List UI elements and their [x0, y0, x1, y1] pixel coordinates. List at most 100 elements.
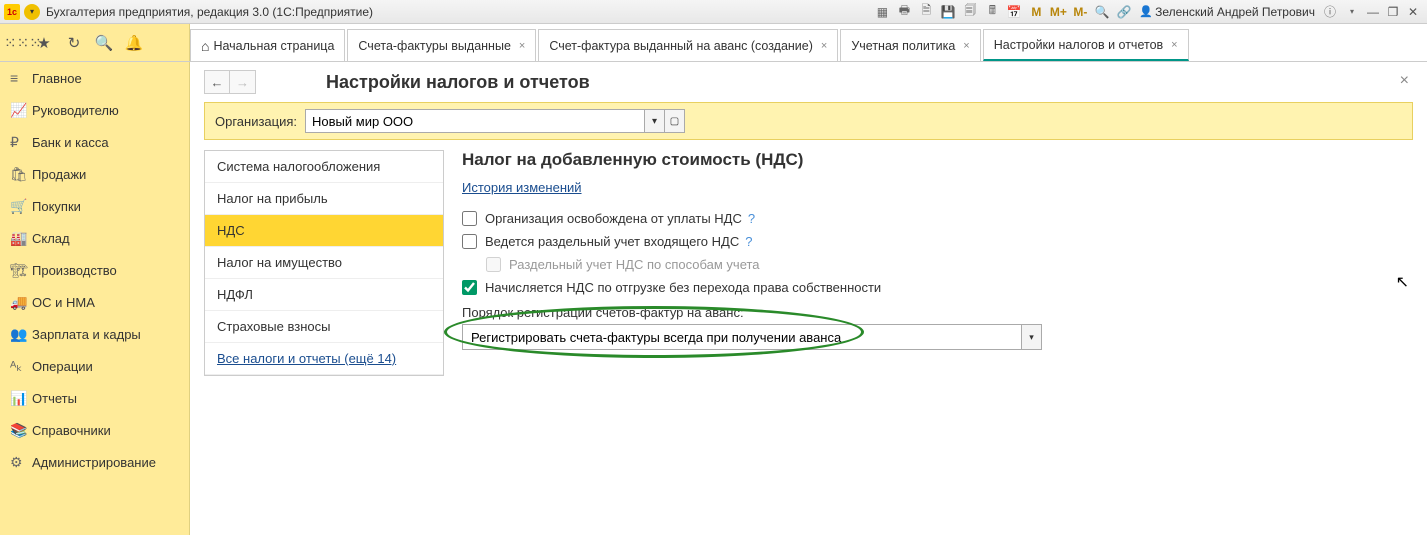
invoice-order-select-wrap: ▾	[462, 324, 1395, 350]
toolbar-print-icon[interactable]: 🖶	[895, 3, 913, 21]
tab-label: Счет-фактура выданный на аванс (создание…	[549, 39, 813, 53]
toolbar-link-icon[interactable]: 🔗	[1115, 3, 1133, 21]
invoice-order-select[interactable]	[462, 324, 1022, 350]
history-icon[interactable]: ↻	[64, 34, 84, 52]
settings-nav: Система налогообложенияНалог на прибыльН…	[204, 150, 444, 376]
toolbar-calendar-icon[interactable]: 📅	[1005, 3, 1023, 21]
sidebar-item-8[interactable]: 👥Зарплата и кадры	[0, 318, 189, 350]
sidebar-item-icon: 🏗	[10, 262, 32, 279]
tab-4[interactable]: Настройки налогов и отчетов ×	[983, 29, 1189, 61]
app-title: Бухгалтерия предприятия, редакция 3.0 (1…	[46, 5, 373, 19]
toolbar-doc-icon[interactable]: 🗎	[917, 3, 935, 21]
tab-label: Настройки налогов и отчетов	[994, 38, 1163, 52]
sidebar-item-4[interactable]: 🛒Покупки	[0, 190, 189, 222]
sidebar-item-label: Отчеты	[32, 391, 77, 406]
close-page-button[interactable]: ×	[1400, 72, 1409, 90]
nav-forward-button[interactable]: →	[230, 70, 256, 94]
settings-nav-item-1[interactable]: Налог на прибыль	[205, 183, 443, 215]
tab-close-icon[interactable]: ×	[1171, 39, 1177, 51]
settings-nav-item-3[interactable]: Налог на имущество	[205, 247, 443, 279]
current-user[interactable]: Зеленский Андрей Петрович	[1139, 5, 1315, 19]
check-input-3[interactable]	[462, 280, 477, 295]
settings-nav-item-0[interactable]: Система налогообложения	[205, 151, 443, 183]
sidebar-item-1[interactable]: 📈Руководителю	[0, 94, 189, 126]
window-close-button[interactable]: ✕	[1403, 5, 1423, 19]
organization-input[interactable]	[305, 109, 645, 133]
tab-3[interactable]: Учетная политика×	[840, 29, 980, 61]
tab-close-icon[interactable]: ×	[963, 40, 969, 52]
toolbar-info-icon[interactable]: ⓘ	[1321, 3, 1339, 21]
content-header: ← → Настройки налогов и отчетов ×	[204, 70, 1413, 94]
sidebar-item-label: ОС и НМА	[32, 295, 95, 310]
history-link[interactable]: История изменений	[462, 180, 582, 195]
main-area: ≡Главное📈Руководителю₽Банк и касса🛍Прода…	[0, 62, 1427, 535]
toolbar-calc-icon[interactable]: 🖩	[983, 3, 1001, 21]
settings-nav-item-6[interactable]: Все налоги и отчеты (ещё 14)	[205, 343, 443, 375]
settings-nav-item-2[interactable]: НДС	[205, 215, 443, 247]
tab-0[interactable]: Начальная страница	[190, 29, 345, 61]
tab-1[interactable]: Счета-фактуры выданные×	[347, 29, 536, 61]
sidebar-item-label: Производство	[32, 263, 117, 278]
check-row-3: Начисляется НДС по отгрузке без перехода…	[462, 280, 1395, 295]
organization-dropdown-button[interactable]: ▾	[645, 109, 665, 133]
check-label: Раздельный учет НДС по способам учета	[509, 257, 760, 272]
sidebar-item-label: Зарплата и кадры	[32, 327, 141, 342]
check-input-2	[486, 257, 501, 272]
toolbar-zoom-icon[interactable]: 🔍	[1093, 3, 1111, 21]
sidebar-item-12[interactable]: ⚙Администрирование	[0, 446, 189, 478]
check-input-1[interactable]	[462, 234, 477, 249]
app-logo-icon: 1c	[4, 4, 20, 20]
sidebar-item-2[interactable]: ₽Банк и касса	[0, 126, 189, 158]
nav-back-button[interactable]: ←	[204, 70, 230, 94]
settings-nav-item-4[interactable]: НДФЛ	[205, 279, 443, 311]
sidebar-item-label: Главное	[32, 71, 82, 86]
toolbar-m-button[interactable]: M	[1027, 3, 1045, 21]
check-row-0: Организация освобождена от уплаты НДС?	[462, 211, 1395, 226]
window-restore-button[interactable]: ❐	[1383, 5, 1403, 19]
toolbar-copy-icon[interactable]: 🗐	[961, 3, 979, 21]
notifications-icon[interactable]: 🔔	[124, 34, 144, 52]
tab-close-icon[interactable]: ×	[821, 40, 827, 52]
sidebar-item-icon: 📚	[10, 422, 32, 439]
check-label: Начисляется НДС по отгрузке без перехода…	[485, 280, 881, 295]
tab-close-icon[interactable]: ×	[519, 40, 525, 52]
sidebar-item-11[interactable]: 📚Справочники	[0, 414, 189, 446]
sidebar-item-9[interactable]: ᴬₖОперации	[0, 350, 189, 382]
toolbar-mminus-button[interactable]: M-	[1071, 3, 1089, 21]
organization-bar: Организация: ▾ ▢	[204, 102, 1413, 140]
sidebar-item-5[interactable]: 🏭Склад	[0, 222, 189, 254]
search-icon[interactable]: 🔍	[94, 34, 114, 52]
sidebar-item-0[interactable]: ≡Главное	[0, 62, 189, 94]
sidebar-item-icon: 📈	[10, 102, 32, 119]
toolbar-info-dropdown-icon[interactable]: ▾	[1343, 3, 1361, 21]
favorites-icon[interactable]: ★	[34, 34, 54, 52]
toolbar-mplus-button[interactable]: M+	[1049, 3, 1067, 21]
sidebar-item-7[interactable]: 🚚ОС и НМА	[0, 286, 189, 318]
window-minimize-button[interactable]: —	[1363, 5, 1383, 19]
sidebar-item-label: Руководителю	[32, 103, 119, 118]
page-title: Настройки налогов и отчетов	[326, 72, 590, 93]
check-row-2: Раздельный учет НДС по способам учета	[486, 257, 1395, 272]
sidebar-item-icon: ₽	[10, 134, 32, 151]
toolbar-grid-icon[interactable]: ▦	[873, 3, 891, 21]
help-icon[interactable]: ?	[748, 211, 755, 226]
tab-2[interactable]: Счет-фактура выданный на аванс (создание…	[538, 29, 838, 61]
app-menu-dropdown[interactable]: ▾	[24, 4, 40, 20]
check-input-0[interactable]	[462, 211, 477, 226]
settings-nav-item-5[interactable]: Страховые взносы	[205, 311, 443, 343]
sidebar: ≡Главное📈Руководителю₽Банк и касса🛍Прода…	[0, 62, 190, 535]
sidebar-item-label: Продажи	[32, 167, 86, 182]
invoice-order-dropdown-button[interactable]: ▾	[1022, 324, 1042, 350]
sidebar-item-label: Справочники	[32, 423, 111, 438]
sidebar-item-3[interactable]: 🛍Продажи	[0, 158, 189, 190]
sidebar-item-icon: 👥	[10, 326, 32, 343]
sidebar-item-10[interactable]: 📊Отчеты	[0, 382, 189, 414]
titlebar: 1c ▾ Бухгалтерия предприятия, редакция 3…	[0, 0, 1427, 24]
help-icon[interactable]: ?	[745, 234, 752, 249]
organization-open-button[interactable]: ▢	[665, 109, 685, 133]
apps-icon[interactable]: ⁙⁙⁙	[4, 34, 24, 52]
organization-label: Организация:	[215, 114, 297, 129]
sidebar-item-icon: 🛍	[10, 166, 32, 183]
toolbar-save-icon[interactable]: 💾	[939, 3, 957, 21]
sidebar-item-6[interactable]: 🏗Производство	[0, 254, 189, 286]
